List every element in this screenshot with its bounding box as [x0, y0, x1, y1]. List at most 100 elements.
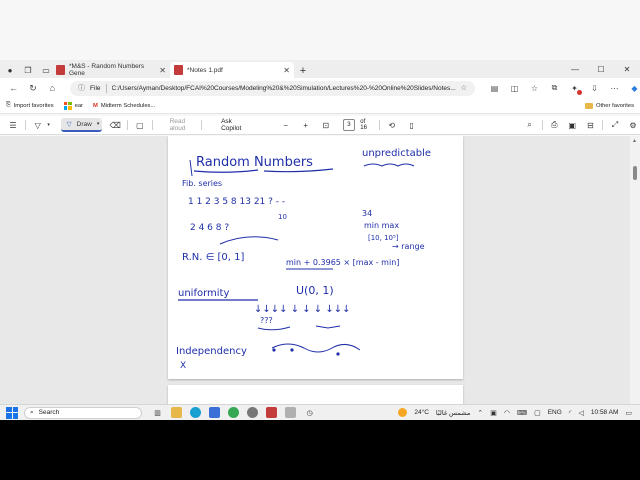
ask-copilot-button[interactable]: Ask Copilot — [221, 118, 243, 132]
tab-random-numbers[interactable]: *M&S - Random Numbers Gene ✕ — [52, 62, 170, 78]
text-box-icon[interactable]: ▢ — [133, 118, 147, 132]
chevron-up-icon[interactable]: ⌃ — [477, 409, 483, 417]
new-tab-button[interactable]: + — [296, 64, 310, 78]
search-label: Search — [38, 409, 60, 416]
zoom-out-icon[interactable]: − — [279, 118, 293, 132]
dot-mark — [336, 352, 340, 356]
window-close-icon[interactable]: ✕ — [614, 60, 640, 78]
total-pages: of 16 — [360, 119, 367, 131]
pen-icon: ▽ — [66, 121, 72, 128]
weather-text[interactable]: مشمس غالبًا — [436, 409, 470, 417]
draw-button[interactable]: ▽ Draw ▾ — [60, 118, 103, 132]
fullscreen-icon[interactable]: ⤢ — [608, 118, 622, 132]
edge-icon[interactable] — [190, 407, 201, 418]
highlight-icon[interactable]: ▽ — [31, 118, 45, 132]
extensions-icon[interactable]: ✦ — [569, 83, 582, 95]
acrobat-icon[interactable] — [266, 407, 277, 418]
settings-icon[interactable]: ⚙ — [626, 118, 640, 132]
note-formula: min + 0.3965 × [max - min] — [286, 258, 399, 267]
scroll-up-icon[interactable]: ▲ — [632, 138, 637, 144]
zoom-in-icon[interactable]: + — [299, 118, 313, 132]
collections-icon[interactable]: ⧉ — [549, 83, 560, 94]
page-number-input[interactable]: 3 — [342, 119, 356, 131]
favorite-ear[interactable]: ear — [63, 101, 83, 110]
read-aloud-button[interactable]: Read aloud — [170, 118, 192, 132]
tab-actions-icon[interactable]: ▭ — [40, 64, 52, 76]
close-icon[interactable]: ✕ — [283, 66, 290, 75]
wifi-icon[interactable]: ◜ — [569, 409, 572, 417]
favorite-star-icon[interactable]: ☆ — [461, 84, 467, 92]
desktop-screen: ● ❐ ▭ *M&S - Random Numbers Gene ✕ *Note… — [0, 0, 640, 420]
contents-icon[interactable]: ☰ — [6, 118, 20, 132]
minimize-icon[interactable]: — — [562, 60, 588, 78]
language-indicator[interactable]: ENG — [548, 409, 562, 416]
print-icon[interactable]: ⎙ — [547, 118, 561, 132]
clock-time[interactable]: 10:58 AM — [591, 409, 618, 416]
chevron-down-icon[interactable]: ▾ — [45, 118, 53, 132]
note-even-row: 2 4 6 8 ? — [190, 223, 229, 233]
windows-start-icon[interactable] — [6, 406, 18, 419]
chrome-icon[interactable] — [228, 407, 239, 418]
weather-temp[interactable]: 24°C — [414, 409, 429, 416]
close-icon[interactable]: ✕ — [159, 66, 166, 75]
back-icon[interactable]: ← — [8, 82, 19, 94]
reading-view-icon[interactable]: ▤ — [489, 83, 500, 94]
notifications-icon[interactable]: ▭ — [625, 409, 632, 417]
info-icon[interactable]: ⓘ — [78, 83, 85, 93]
refresh-icon[interactable]: ↻ — [27, 82, 38, 94]
scroll-thumb[interactable] — [633, 166, 637, 180]
address-row: ← ↻ ⌂ ⓘ File C:/Users/Ayman/Desktop/FCAI… — [0, 78, 640, 98]
tab-notes-pdf[interactable]: *Notes 1.pdf ✕ — [170, 62, 294, 78]
pdf-page-3[interactable]: Random Numbers unpredictable Fib. series… — [168, 136, 463, 379]
split-screen-icon[interactable]: ◫ — [509, 83, 520, 94]
taskbar-search[interactable]: ⌕ Search — [24, 406, 142, 419]
app-tray-icon[interactable]: ▢ — [534, 409, 541, 417]
weather-icon[interactable] — [398, 408, 408, 417]
import-favorites[interactable]: ⎘ Import favorites — [6, 102, 54, 109]
settings-app-icon[interactable] — [247, 407, 258, 418]
file-explorer-icon[interactable] — [171, 407, 182, 418]
note-thirty-four: 34 — [362, 209, 372, 218]
note-range-interval: [10, 10⁵] — [368, 234, 399, 242]
pdf-page-4[interactable] — [168, 385, 463, 404]
keyboard-icon[interactable]: ⌨ — [517, 409, 527, 417]
tab-strip: ● ❐ ▭ *M&S - Random Numbers Gene ✕ *Note… — [0, 60, 640, 78]
pdf-viewer[interactable]: Random Numbers unpredictable Fib. series… — [0, 136, 640, 404]
import-favorites-label: Import favorites — [13, 102, 54, 109]
more-menu-icon[interactable]: ⋯ — [609, 83, 620, 94]
note-uniform-dist: U(0, 1) — [296, 284, 334, 297]
copilot-icon[interactable]: ◆ — [629, 83, 640, 94]
profile-icon[interactable]: ● — [4, 64, 16, 76]
favorites-icon[interactable]: ☆ — [529, 83, 540, 94]
search-icon[interactable]: ⌕ — [523, 118, 537, 132]
eraser-icon[interactable]: ⌫ — [108, 118, 122, 132]
home-icon[interactable]: ⌂ — [47, 82, 58, 94]
page-view-icon[interactable]: ▯ — [405, 118, 419, 132]
note-uniformity: uniformity — [178, 288, 229, 299]
other-favorites[interactable]: Other favorites — [584, 102, 634, 109]
viewer-scrollbar[interactable]: ▲ — [630, 136, 640, 404]
workspaces-icon[interactable]: ❐ — [22, 64, 34, 76]
rotate-icon[interactable]: ⟲ — [385, 118, 399, 132]
bracket-stroke — [189, 159, 193, 177]
favorite-midterm[interactable]: M Midterm Schedules... — [93, 103, 155, 109]
store-icon[interactable] — [209, 407, 220, 418]
network-icon[interactable]: ◠ — [504, 409, 510, 417]
fit-page-icon[interactable]: ⊡ — [319, 118, 333, 132]
volume-icon[interactable]: ◁ — [579, 409, 584, 417]
favorites-bar: ⎘ Import favorites ear M Midterm Schedul… — [0, 98, 640, 114]
downloads-icon[interactable]: ⇩ — [589, 83, 600, 94]
address-bar[interactable]: ⓘ File C:/Users/Ayman/Desktop/FCAI%20Cou… — [70, 80, 475, 96]
save-as-icon[interactable]: ⊟ — [583, 118, 597, 132]
clock-app-icon[interactable]: ◷ — [304, 407, 315, 418]
save-icon[interactable]: ▣ — [565, 118, 579, 132]
url-text[interactable]: C:/Users/Ayman/Desktop/FCAI%20Courses/Mo… — [112, 85, 456, 92]
scheme-label: File — [90, 84, 101, 92]
tray-app-icon[interactable]: ▣ — [490, 409, 497, 417]
notes-title: Random Numbers — [196, 155, 313, 170]
pdf-toolbar: ☰ ▽ ▾ ▽ Draw ▾ ⌫ ▢ Read aloud Ask Copilo… — [0, 116, 640, 135]
maximize-icon[interactable]: ☐ — [588, 60, 614, 78]
task-view-icon[interactable]: ▥ — [152, 407, 163, 418]
divider — [602, 120, 603, 130]
app-icon[interactable] — [285, 407, 296, 418]
